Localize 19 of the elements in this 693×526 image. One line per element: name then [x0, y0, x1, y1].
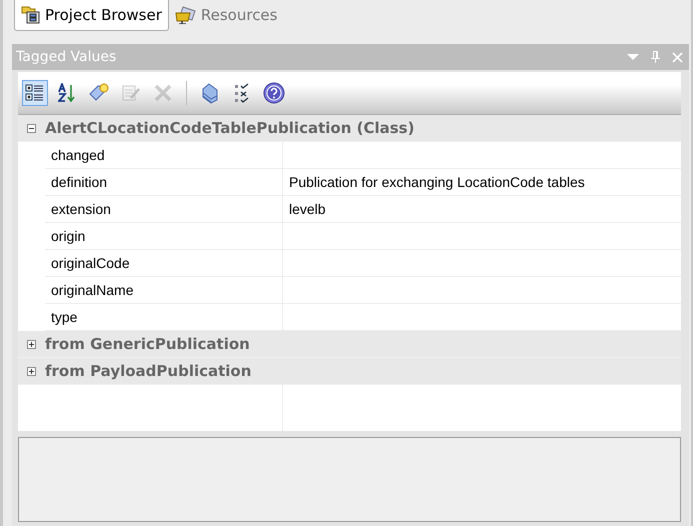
folder-icon: [174, 6, 197, 24]
property-name: changed: [45, 142, 283, 168]
help-button[interactable]: [261, 80, 287, 106]
panel-title: Tagged Values: [16, 49, 116, 65]
tab[interactable]: Resources: [168, 0, 284, 30]
property-name: origin: [45, 223, 283, 249]
property-name: extension: [45, 196, 283, 222]
folder-icon: [21, 6, 41, 24]
group-header: from PayloadPublication: [45, 362, 252, 380]
tab[interactable]: Project Browser: [14, 0, 169, 31]
property-name: definition: [45, 169, 283, 195]
property-name: type: [45, 304, 283, 330]
property-name: originalCode: [45, 250, 283, 276]
property-name: originalName: [45, 277, 283, 303]
property-value: levelb: [288, 200, 327, 219]
categorized-view-button[interactable]: [22, 80, 48, 106]
group-header: from GenericPublication: [45, 335, 250, 353]
property-value: Publication for exchanging LocationCode tables: [288, 173, 586, 192]
group-header: AlertCLocationCodeTablePublication (Class): [45, 119, 414, 137]
